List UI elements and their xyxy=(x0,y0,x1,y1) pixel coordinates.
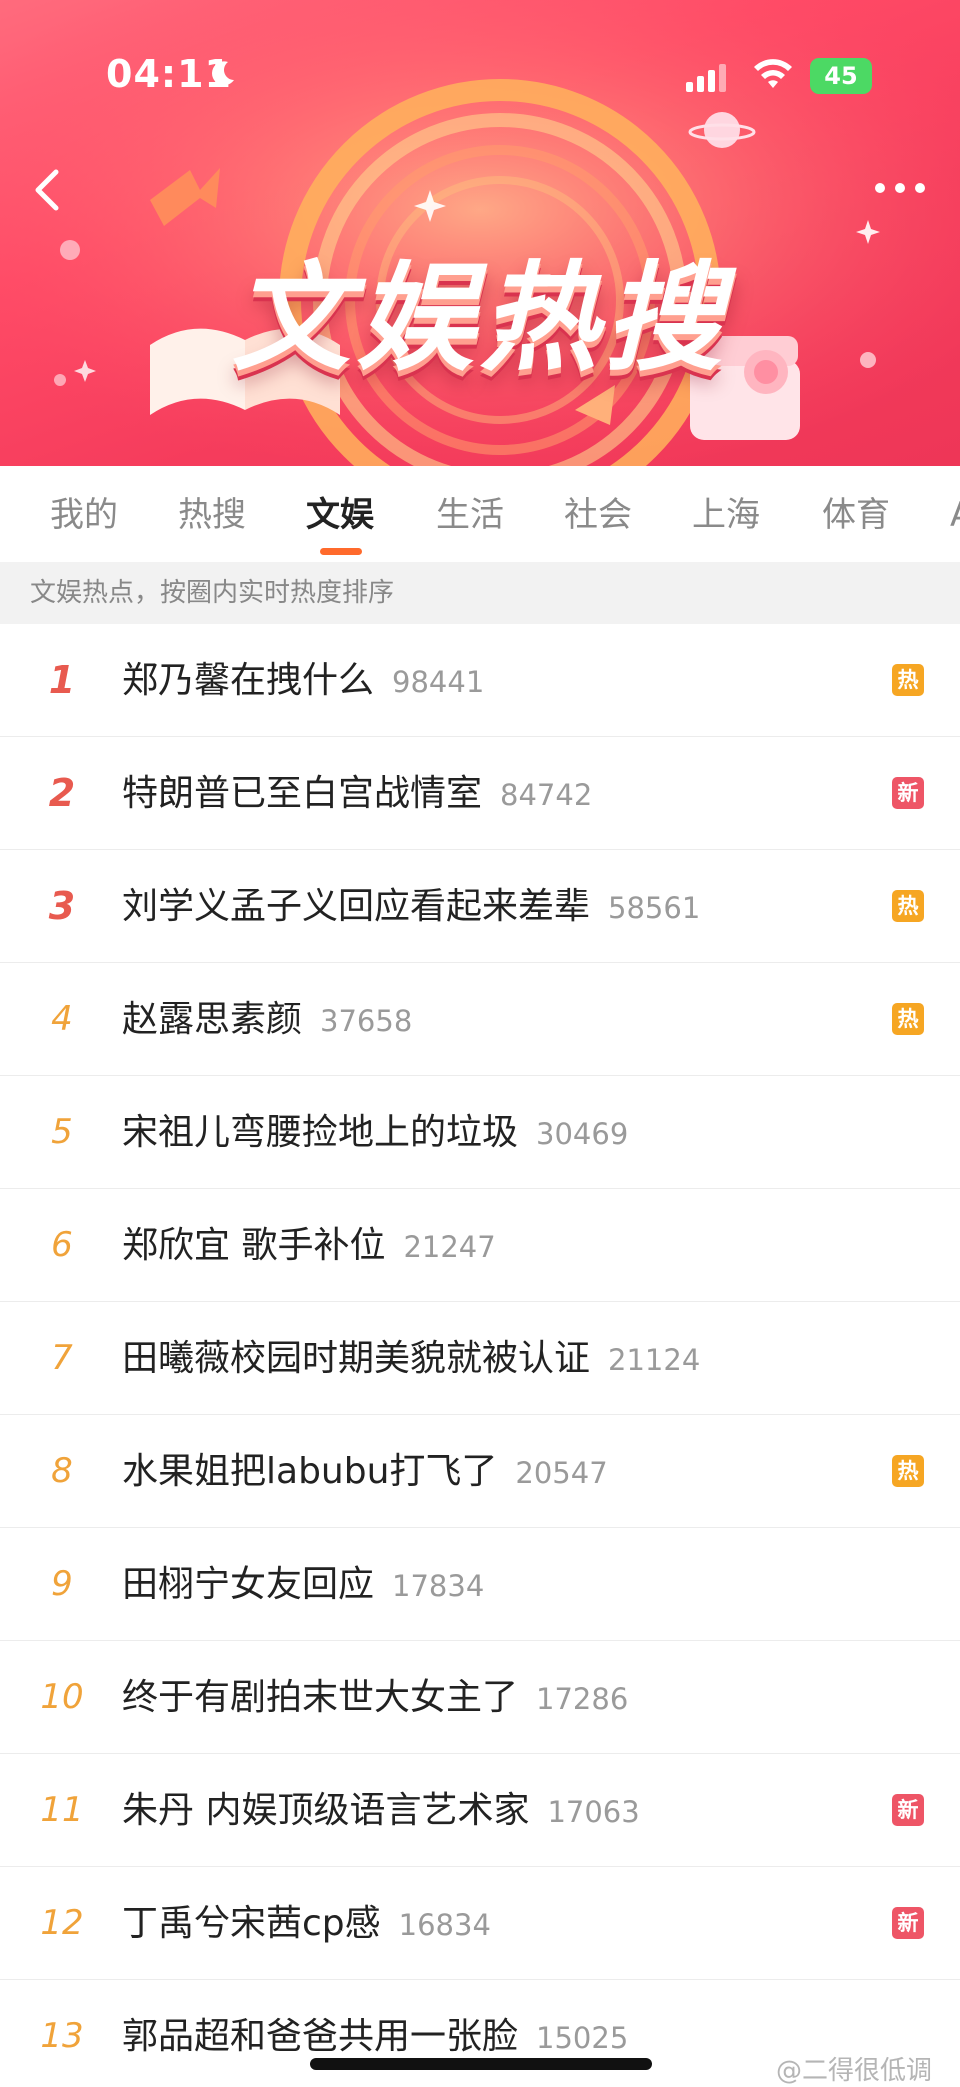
hot-badge: 热 xyxy=(892,890,924,922)
list-item[interactable]: 1 郑乃馨在拽什么 98441 热 xyxy=(0,624,960,737)
list-item[interactable]: 3 刘学义孟子义回应看起来差辈 58561 热 xyxy=(0,850,960,963)
rank-number: 2 xyxy=(48,771,76,815)
topic-title: 田栩宁女友回应 xyxy=(122,1564,375,1605)
topic-title: 郑欣宜 歌手补位 xyxy=(122,1225,386,1266)
hot-badge: 热 xyxy=(892,1003,924,1035)
heat-count: 30469 xyxy=(536,1117,629,1151)
rank-number: 8 xyxy=(51,1451,73,1491)
heat-count: 21124 xyxy=(608,1343,701,1377)
tab-hot-search[interactable]: 热搜 xyxy=(178,492,246,538)
hero-banner: 04:11 45 文娱热搜 xyxy=(0,0,960,466)
heat-count: 17286 xyxy=(536,1682,629,1716)
list-item[interactable]: 7 田曦薇校园时期美貌就被认证 21124 xyxy=(0,1302,960,1415)
heat-count: 58561 xyxy=(608,891,701,925)
rank-number: 5 xyxy=(51,1112,73,1152)
rank-number: 3 xyxy=(48,884,76,928)
hot-badge: 热 xyxy=(892,1455,924,1487)
topic-title: 郑乃馨在拽什么 xyxy=(122,660,375,701)
list-item[interactable]: 12 丁禹兮宋茜cp感 16834 新 xyxy=(0,1867,960,1980)
rank-number: 9 xyxy=(51,1564,73,1604)
heat-count: 20547 xyxy=(515,1456,608,1490)
rank-number: 11 xyxy=(40,1790,84,1830)
category-tabs: 我的 热搜 文娱 生活 社会 上海 体育 A xyxy=(0,466,960,562)
topic-title: 水果姐把labubu打飞了 xyxy=(122,1451,498,1492)
back-arrow-icon[interactable] xyxy=(20,160,80,220)
rank-number: 10 xyxy=(40,1677,84,1717)
active-tab-indicator xyxy=(320,548,362,555)
topic-title: 宋祖儿弯腰捡地上的垃圾 xyxy=(122,1112,519,1153)
list-description: 文娱热点，按圈内实时热度排序 xyxy=(0,562,960,624)
topic-title: 终于有剧拍末世大女主了 xyxy=(122,1677,519,1718)
list-item[interactable]: 10 终于有剧拍末世大女主了 17286 xyxy=(0,1641,960,1754)
list-item[interactable]: 9 田栩宁女友回应 17834 xyxy=(0,1528,960,1641)
hot-badge: 热 xyxy=(892,664,924,696)
topic-title: 田曦薇校园时期美貌就被认证 xyxy=(122,1338,591,1379)
more-options-icon[interactable] xyxy=(868,170,932,206)
topic-title: 刘学义孟子义回应看起来差辈 xyxy=(122,886,591,927)
page-title: 文娱热搜 xyxy=(231,249,728,387)
list-item[interactable]: 8 水果姐把labubu打飞了 20547 热 xyxy=(0,1415,960,1528)
heat-count: 16834 xyxy=(398,1908,491,1942)
rank-number: 4 xyxy=(51,999,73,1039)
tab-life[interactable]: 生活 xyxy=(436,492,504,538)
battery-indicator: 45 xyxy=(810,58,872,94)
rank-number: 12 xyxy=(40,1903,84,1943)
tab-shanghai[interactable]: 上海 xyxy=(692,492,760,538)
new-badge: 新 xyxy=(892,777,924,809)
moon-icon xyxy=(212,61,234,86)
list-item[interactable]: 11 朱丹 内娱顶级语言艺术家 17063 新 xyxy=(0,1754,960,1867)
rank-number: 7 xyxy=(51,1338,73,1378)
tab-mine[interactable]: 我的 xyxy=(50,492,118,538)
heat-count: 98441 xyxy=(392,665,485,699)
list-item[interactable]: 6 郑欣宜 歌手补位 21247 xyxy=(0,1189,960,1302)
heat-count: 15025 xyxy=(536,2021,629,2055)
home-indicator[interactable] xyxy=(310,2058,652,2070)
watermark: @二得很低调 xyxy=(776,2056,933,2086)
topic-title: 赵露思素颜 xyxy=(122,999,303,1040)
topic-title: 丁禹兮宋茜cp感 xyxy=(122,1903,381,1944)
rank-number: 1 xyxy=(48,658,76,702)
new-badge: 新 xyxy=(892,1907,924,1939)
rank-number: 13 xyxy=(40,2016,84,2056)
list-item[interactable]: 5 宋祖儿弯腰捡地上的垃圾 30469 xyxy=(0,1076,960,1189)
heat-count: 37658 xyxy=(320,1004,413,1038)
topic-title: 郭品超和爸爸共用一张脸 xyxy=(122,2016,519,2057)
list-item[interactable]: 4 赵露思素颜 37658 热 xyxy=(0,963,960,1076)
heat-count: 84742 xyxy=(500,778,593,812)
new-badge: 新 xyxy=(892,1794,924,1826)
heat-count: 17834 xyxy=(392,1569,485,1603)
topic-title: 特朗普已至白宫战情室 xyxy=(122,773,483,814)
hot-search-list: 1 郑乃馨在拽什么 98441 热 2 特朗普已至白宫战情室 84742 新 3 刘… xyxy=(0,624,960,2087)
signal-icon xyxy=(686,64,726,92)
rank-number: 6 xyxy=(51,1225,73,1265)
list-item[interactable]: 2 特朗普已至白宫战情室 84742 新 xyxy=(0,737,960,850)
tab-sports[interactable]: 体育 xyxy=(822,492,890,538)
heat-count: 17063 xyxy=(547,1795,640,1829)
heat-count: 21247 xyxy=(403,1230,496,1264)
tab-society[interactable]: 社会 xyxy=(564,492,632,538)
tab-overflow[interactable]: A xyxy=(950,492,960,538)
wifi-icon xyxy=(754,59,792,88)
tab-entertainment[interactable]: 文娱 xyxy=(306,492,374,538)
topic-title: 朱丹 内娱顶级语言艺术家 xyxy=(122,1790,530,1831)
